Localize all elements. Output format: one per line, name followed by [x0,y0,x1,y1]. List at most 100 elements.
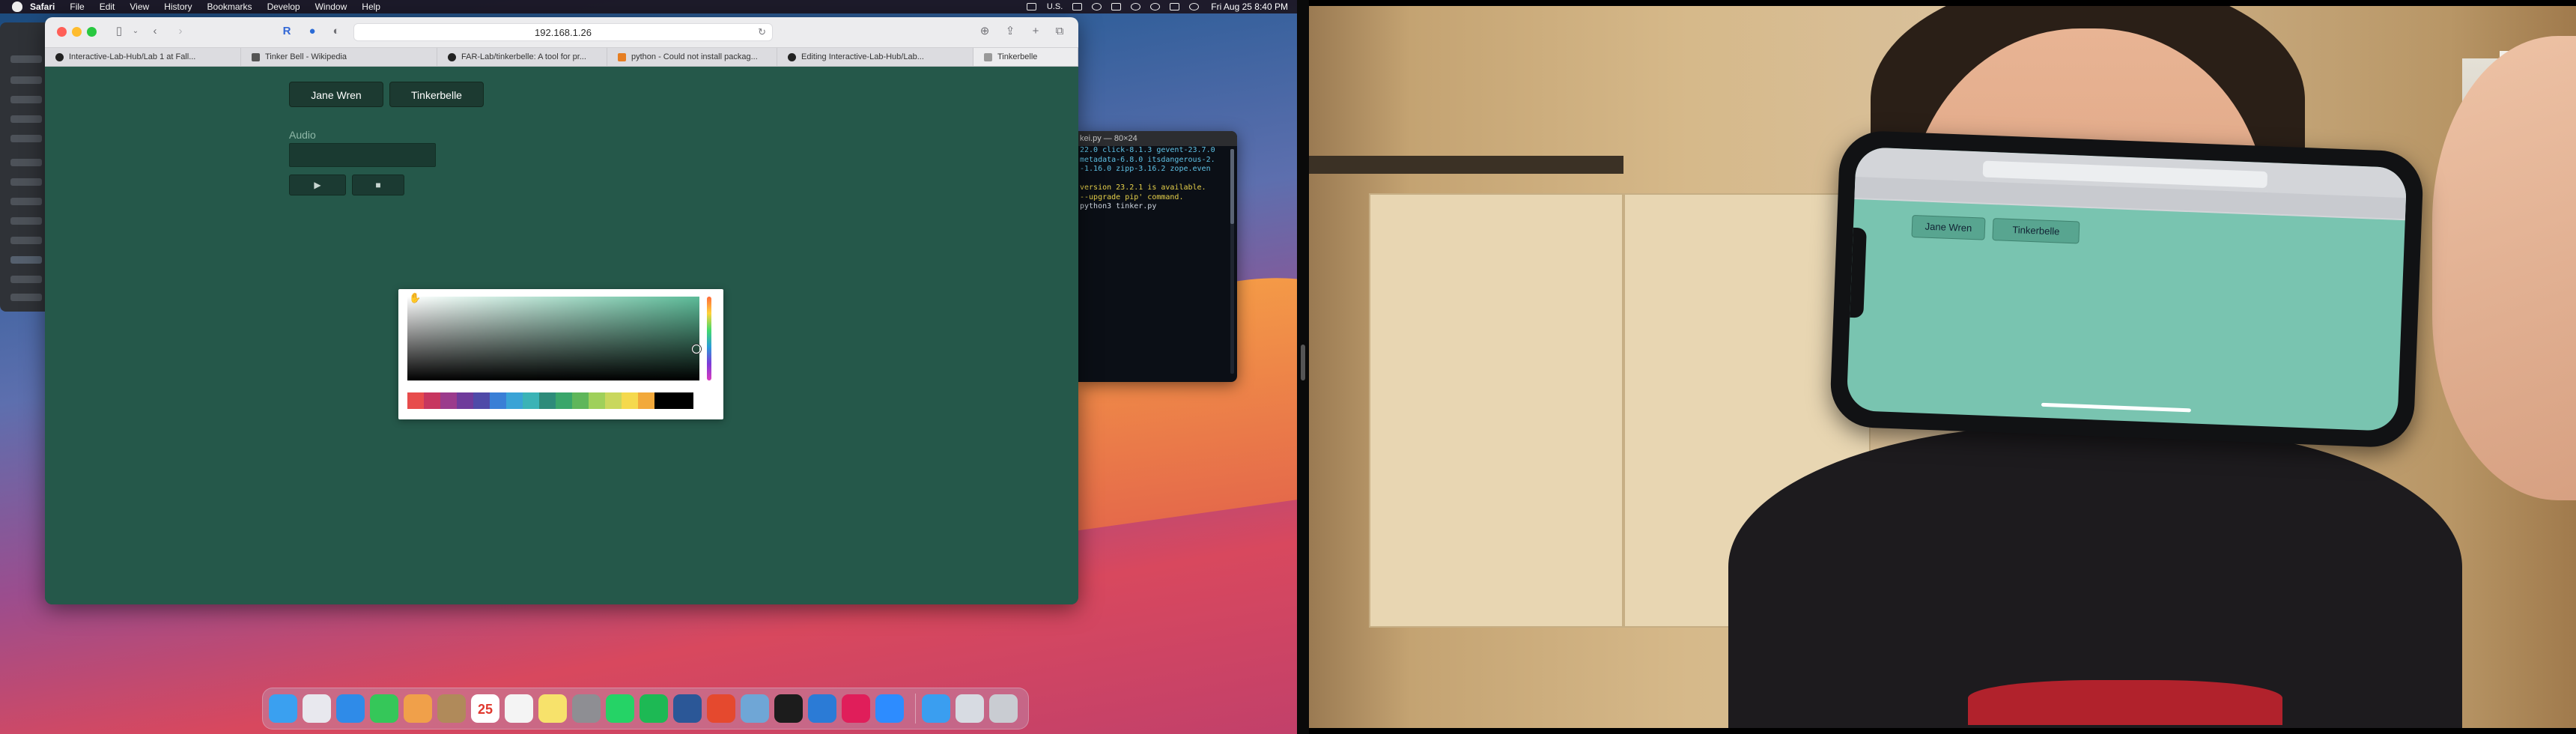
close-window-button[interactable] [57,27,67,37]
color-swatch[interactable] [654,392,693,409]
terminal-window[interactable]: kei.py — 80×24 22.0 click-8.1.3 gevent-2… [1078,131,1237,382]
menu-develop[interactable]: Develop [267,0,300,13]
dock-launchpad-icon[interactable] [303,694,331,723]
finder-sidebar-item[interactable] [10,55,42,63]
chevron-down-icon[interactable]: ⌄ [130,25,141,37]
color-swatch[interactable] [440,392,457,409]
dock-notes-icon[interactable] [538,694,567,723]
dock-facetime-icon[interactable] [370,694,398,723]
finder-sidebar-item[interactable] [10,115,42,123]
color-swatch[interactable] [490,392,506,409]
finder-sidebar-item[interactable] [10,217,42,225]
color-swatch[interactable] [523,392,539,409]
spotlight-icon[interactable] [1150,3,1161,10]
color-swatch[interactable] [589,392,605,409]
dock-safari-icon[interactable] [922,694,950,723]
menu-bookmarks[interactable]: Bookmarks [207,0,252,13]
terminal-scroll-thumb[interactable] [1230,149,1234,224]
battery-icon[interactable] [1111,3,1122,10]
saturation-value-area[interactable] [407,297,699,380]
privacy-extension-icon[interactable]: ● [306,25,319,37]
dock-whatsapp-icon[interactable] [606,694,634,723]
new-tab-icon[interactable]: + [1029,25,1042,37]
wifi-icon[interactable] [1131,3,1141,10]
siri-icon[interactable] [1189,3,1200,10]
hue-slider[interactable] [707,297,711,380]
color-swatch[interactable] [506,392,523,409]
tab-editing-interactive-lab-hub[interactable]: Editing Interactive-Lab-Hub/Lab... [777,48,973,66]
finder-sidebar-item[interactable] [10,135,42,142]
dock-terminal-icon[interactable] [774,694,803,723]
minimize-window-button[interactable] [72,27,82,37]
finder-sidebar-item[interactable] [10,294,42,301]
color-swatch[interactable] [605,392,622,409]
color-swatch[interactable] [407,392,424,409]
color-swatch[interactable] [473,392,490,409]
menu-app-name[interactable]: Safari [30,0,55,13]
input-language[interactable]: U.S. [1047,2,1063,11]
dock-downloads-icon[interactable] [956,694,984,723]
menu-clock[interactable]: Fri Aug 25 8:40 PM [1211,1,1288,12]
apple-icon[interactable] [12,1,22,12]
dock-system-preferences-icon[interactable] [572,694,601,723]
menu-history[interactable]: History [164,0,192,13]
finder-sidebar-item[interactable] [10,276,42,283]
split-view-handle[interactable] [1301,345,1305,380]
address-bar[interactable]: 192.168.1.26 ↻ [353,23,773,41]
eyedropper-icon[interactable]: ✋ [409,292,421,304]
menu-edit[interactable]: Edit [100,0,115,13]
tab-python-install-question[interactable]: python - Could not install packag... [607,48,777,66]
terminal-scrollbar[interactable] [1230,149,1234,374]
finder-sidebar-item[interactable] [10,96,42,103]
control-center-icon[interactable] [1170,3,1180,10]
dock-spotify-icon[interactable] [640,694,668,723]
color-swatch[interactable] [622,392,638,409]
share-icon[interactable]: ⇪ [1003,25,1017,37]
finder-sidebar-item[interactable] [10,237,42,244]
dock-contacts-icon[interactable] [437,694,466,723]
dock-xcode-icon[interactable] [808,694,836,723]
forward-icon[interactable]: › [174,25,187,37]
stop-button[interactable]: ■ [352,175,404,195]
dock-word-icon[interactable] [673,694,702,723]
finder-sidebar-item[interactable] [10,198,42,205]
color-swatch[interactable] [424,392,440,409]
menu-file[interactable]: File [70,0,84,13]
dock-reminders-icon[interactable] [505,694,533,723]
screen-record-icon[interactable] [1026,3,1036,10]
jane-wren-button[interactable]: Jane Wren [289,82,383,107]
tab-tinkerbelle[interactable]: Tinkerbelle [973,48,1078,66]
tinkerbelle-button[interactable]: Tinkerbelle [389,82,484,107]
play-button[interactable]: ▶ [289,175,346,195]
download-icon[interactable]: ⊕ [978,25,991,37]
dock-calendar-icon[interactable]: 25 [471,694,499,723]
menu-help[interactable]: Help [362,0,380,13]
finder-sidebar-item[interactable] [10,178,42,186]
dock-chrome-icon[interactable] [707,694,735,723]
dock-mail-icon[interactable] [336,694,365,723]
reload-icon[interactable]: ↻ [758,26,766,38]
finder-sidebar-item[interactable] [10,256,42,264]
menu-view[interactable]: View [130,0,149,13]
color-swatch[interactable] [638,392,654,409]
zoom-window-button[interactable] [87,27,97,37]
dock-zoom-icon[interactable] [875,694,904,723]
dock-trash-icon[interactable] [989,694,1018,723]
bluetooth-icon[interactable] [1092,3,1102,10]
volume-icon[interactable] [1072,3,1083,10]
reader-shield-icon[interactable]: ◐ [329,25,343,37]
extension-icon[interactable]: R [280,25,294,37]
tab-tinker-bell-wikipedia[interactable]: Tinker Bell - Wikipedia [241,48,437,66]
finder-sidebar-item[interactable] [10,159,42,166]
tab-overview-icon[interactable]: ⧉ [1053,25,1066,37]
color-swatch[interactable] [572,392,589,409]
menu-window[interactable]: Window [315,0,347,13]
dock-photos-icon[interactable] [404,694,432,723]
color-swatch[interactable] [457,392,473,409]
color-selector-thumb[interactable] [692,345,701,354]
color-swatch[interactable] [556,392,572,409]
tab-far-lab-tinkerbelle[interactable]: FAR-Lab/tinkerbelle: A tool for pr... [437,48,607,66]
tab-interactive-lab-hub-lab1[interactable]: Interactive-Lab-Hub/Lab 1 at Fall... [45,48,241,66]
sidebar-toggle-icon[interactable]: ▯ [111,25,127,37]
dock-finder-icon[interactable] [269,694,297,723]
